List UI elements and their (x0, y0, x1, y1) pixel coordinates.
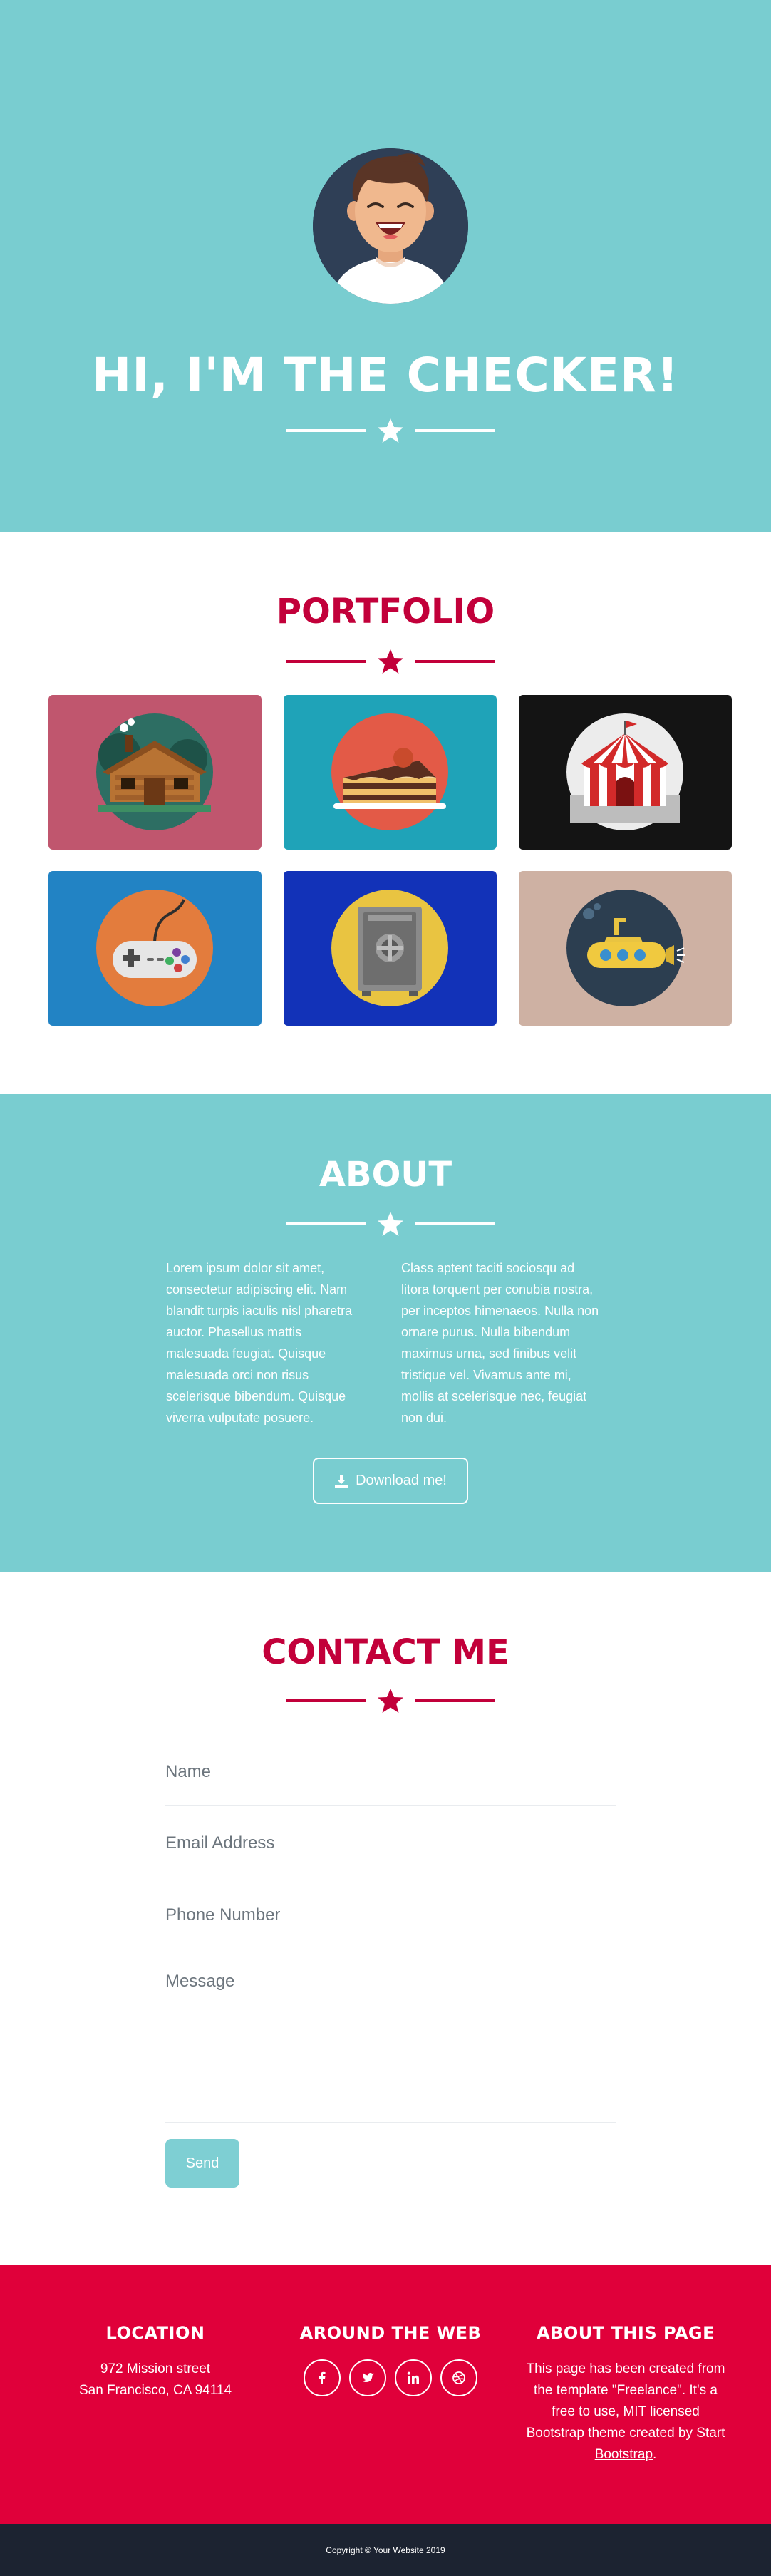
name-field[interactable] (165, 1755, 616, 1789)
contact-divider (286, 1686, 495, 1715)
about-line5: Bootstrap. (594, 2447, 657, 2462)
cake-icon (331, 713, 448, 830)
about-page-title: ABOUT THIS PAGE (536, 2323, 715, 2343)
email-field-wrapper (165, 1826, 616, 1877)
download-label: Download me! (356, 1473, 447, 1488)
portfolio-item-submarine[interactable] (519, 871, 732, 1026)
circus-tent-icon (566, 713, 683, 830)
message-field-wrapper (165, 1972, 616, 2123)
facebook-icon[interactable] (304, 2359, 341, 2396)
copyright-bar: Copyright © Your Website 2019 (0, 2524, 771, 2576)
contact-title: CONTACT ME (262, 1632, 509, 1672)
copyright-text: Copyright © Your Website 2019 (326, 2545, 445, 2555)
download-button[interactable]: Download me! (313, 1458, 468, 1504)
smiling-man-avatar-icon (313, 148, 468, 304)
star-icon (378, 1212, 403, 1236)
twitter-icon[interactable] (349, 2359, 386, 2396)
star-icon (378, 1689, 403, 1713)
around-web-title: AROUND THE WEB (299, 2323, 482, 2343)
send-button[interactable]: Send (165, 2139, 239, 2188)
submarine-icon (566, 890, 685, 1006)
safe-icon (331, 890, 448, 1006)
portfolio-item-cake[interactable] (284, 695, 497, 850)
location-title: LOCATION (105, 2323, 205, 2343)
about-line4: Bootstrap theme created by Start (526, 2426, 725, 2441)
hero-title: HI, I'M THE CHECKER! (92, 348, 679, 403)
star-icon (378, 649, 403, 674)
address-line1: 972 Mission street (100, 2361, 211, 2376)
about-line3: free to use, MIT licensed (552, 2404, 700, 2419)
game-controller-icon (96, 890, 213, 1006)
start-bootstrap-link-cont[interactable]: Bootstrap (595, 2447, 653, 2462)
dribbble-icon[interactable] (440, 2359, 477, 2396)
about-title: ABOUT (319, 1155, 452, 1195)
portfolio-item-circus-tent[interactable] (519, 695, 732, 850)
portfolio-item-safe[interactable] (284, 871, 497, 1026)
download-icon (335, 1474, 348, 1488)
footer-around-web: AROUND THE WEB (269, 2323, 512, 2343)
portfolio-item-game-controller[interactable] (48, 871, 262, 1026)
phone-field[interactable] (165, 1898, 616, 1932)
hero-section: HI, I'M THE CHECKER! (0, 0, 771, 532)
about-divider (286, 1210, 495, 1238)
about-line2: the template "Freelance". It's a (534, 2383, 718, 2398)
portfolio-divider (286, 647, 495, 676)
about-left-text: Lorem ipsum dolor sit amet, consectetur … (166, 1261, 353, 1425)
portfolio-title: PORTFOLIO (276, 592, 495, 632)
name-field-wrapper (165, 1755, 616, 1806)
star-icon (378, 418, 403, 443)
email-field[interactable] (165, 1826, 616, 1860)
footer-location: LOCATION 972 Mission street San Francisc… (34, 2323, 276, 2401)
address-line2: San Francisco, CA 94114 (78, 2383, 232, 2398)
about-right-text: Class aptent taciti sociosqu ad litora t… (401, 1261, 599, 1425)
cabin-icon (96, 713, 213, 830)
portfolio-item-cabin[interactable] (48, 695, 262, 850)
footer: LOCATION 972 Mission street San Francisc… (0, 2265, 771, 2525)
linkedin-icon[interactable] (395, 2359, 432, 2396)
hero-divider (286, 416, 495, 445)
start-bootstrap-link[interactable]: Start (696, 2426, 725, 2441)
about-line1: This page has been created from (526, 2361, 725, 2376)
phone-field-wrapper (165, 1898, 616, 1949)
footer-about-page: ABOUT THIS PAGE This page has been creat… (504, 2323, 747, 2466)
message-field[interactable] (165, 1972, 616, 2114)
